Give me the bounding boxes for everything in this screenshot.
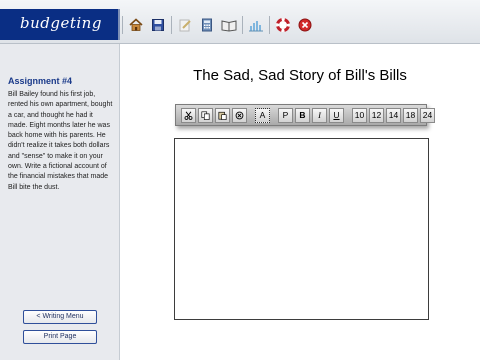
- edit-icon[interactable]: [175, 15, 195, 35]
- toolbar-divider: [122, 16, 123, 34]
- font-size-10-button[interactable]: 10: [352, 107, 367, 123]
- calculator-icon[interactable]: [197, 15, 217, 35]
- toolbar-divider: [171, 16, 172, 34]
- print-page-button[interactable]: Print Page: [23, 330, 97, 344]
- assignment-description: Bill Bailey found his first job, rented …: [8, 91, 113, 191]
- story-text-area[interactable]: [174, 138, 429, 320]
- font-color-button[interactable]: A: [255, 107, 270, 123]
- assignment-title: Assignment #4: [8, 76, 73, 86]
- font-size-12-button[interactable]: 12: [369, 107, 384, 123]
- brand-name: budgeting: [20, 14, 102, 32]
- plain-text-button[interactable]: P: [278, 107, 293, 123]
- top-toolbar: [121, 14, 317, 36]
- close-icon[interactable]: [295, 15, 315, 35]
- chart-icon[interactable]: [246, 15, 266, 35]
- copy-icon[interactable]: [198, 107, 213, 123]
- page-title: The Sad, Sad Story of Bill's Bills: [193, 67, 407, 84]
- toolbar-divider: [269, 16, 270, 34]
- font-size-18-button[interactable]: 18: [403, 107, 418, 123]
- toolbar-divider: [242, 16, 243, 34]
- clear-icon[interactable]: [232, 107, 247, 123]
- bold-button[interactable]: B: [295, 107, 310, 123]
- paste-icon[interactable]: [215, 107, 230, 123]
- sidebar: Assignment #4 Bill Bailey found his firs…: [0, 44, 120, 360]
- home-icon[interactable]: [126, 15, 146, 35]
- underline-button[interactable]: U: [329, 107, 344, 123]
- editor-toolbar: A P B I U 10 12 14 18 24: [175, 104, 435, 126]
- top-bar: budgeting: [0, 0, 480, 44]
- cut-icon[interactable]: [181, 107, 196, 123]
- writing-menu-button[interactable]: < Writing Menu: [23, 310, 97, 324]
- lifebuoy-icon[interactable]: [273, 15, 293, 35]
- save-icon[interactable]: [148, 15, 168, 35]
- font-size-14-button[interactable]: 14: [386, 107, 401, 123]
- book-icon[interactable]: [219, 15, 239, 35]
- italic-button[interactable]: I: [312, 107, 327, 123]
- brand-logo: budgeting: [0, 9, 120, 40]
- font-size-24-button[interactable]: 24: [420, 107, 435, 123]
